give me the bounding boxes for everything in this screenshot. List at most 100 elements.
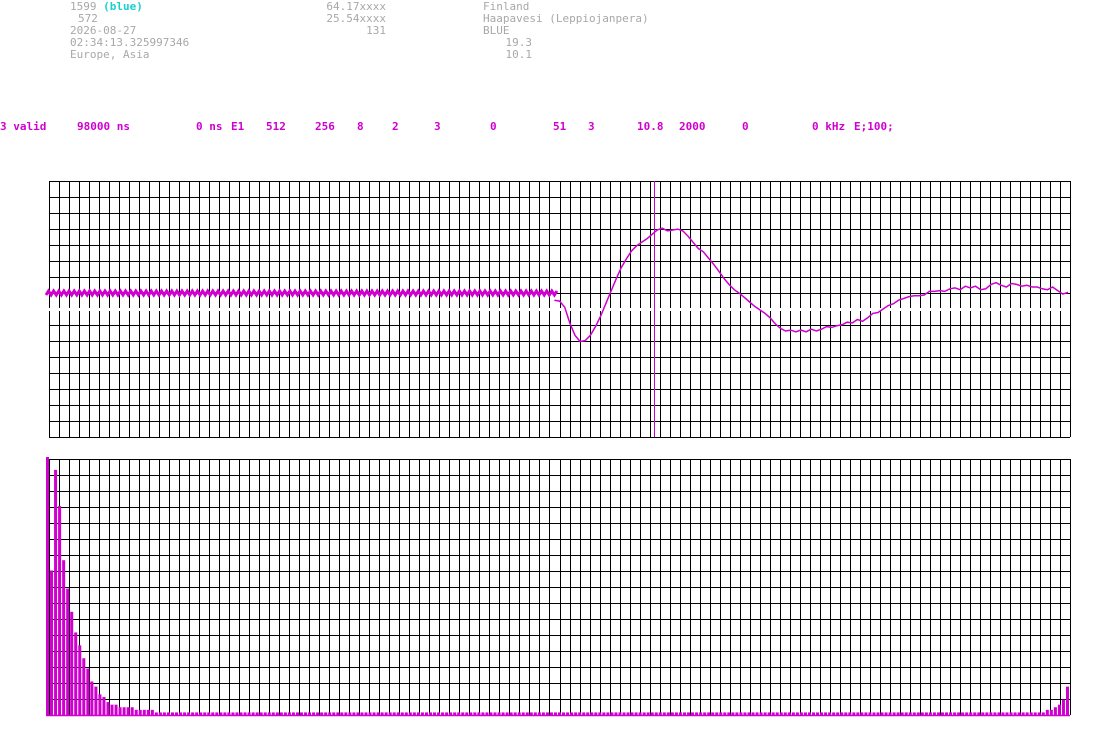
spectrum-bar <box>360 712 364 715</box>
spectrum-bar <box>231 712 235 715</box>
spectrum-bar <box>420 712 424 715</box>
spectrum-bar <box>146 709 150 715</box>
spectrum-bar <box>864 712 868 715</box>
spectrum-bar <box>279 712 283 715</box>
spectrum-bar <box>332 712 336 715</box>
spectrum-bar <box>820 712 824 715</box>
spectrum-bar <box>824 712 828 715</box>
spectrum-bar <box>574 712 578 715</box>
spectrum-bar <box>1029 712 1033 715</box>
spectrum-bar <box>340 712 344 715</box>
spectrum-bar <box>344 712 348 715</box>
spectrum-bar <box>549 712 553 715</box>
spectrum-bar <box>489 712 493 715</box>
spectrum-bar <box>691 712 695 715</box>
spectrum-bar <box>1037 712 1041 715</box>
spectrum-bar <box>287 712 291 715</box>
spectrum-bar <box>324 712 328 715</box>
spectrum-bar <box>114 704 118 715</box>
spectrum-bar <box>779 712 783 715</box>
spectrum-bar <box>771 712 775 715</box>
spectrum-bar <box>267 712 271 715</box>
spectrum-bar <box>1065 686 1069 715</box>
spectrum-bar <box>469 712 473 715</box>
spectrum-bar <box>195 712 199 715</box>
spectrum-bar <box>513 712 517 715</box>
spectrum-bar <box>203 712 207 715</box>
spectrum-bar <box>239 712 243 715</box>
spectrum-bar <box>1045 709 1049 715</box>
spectrum-bar <box>916 712 920 715</box>
spectrum-bar <box>158 712 162 715</box>
spectrum-bar <box>618 712 622 715</box>
spectrum-bar <box>493 712 497 715</box>
spectrum-bar <box>179 712 183 715</box>
spectrum-bar <box>703 712 707 715</box>
spectrum-bar <box>283 712 287 715</box>
spectrum-bar <box>900 712 904 715</box>
spectrum-bar <box>191 712 195 715</box>
spectrum-bar <box>251 712 255 715</box>
spectrum-bar <box>259 712 263 715</box>
spectrum-bar <box>525 712 529 715</box>
spectrum-bar <box>295 712 299 715</box>
spectrum-bar <box>46 457 50 715</box>
spectrum-bar <box>811 712 815 715</box>
spectrum-bar <box>227 712 231 715</box>
spectrum-bar <box>364 712 368 715</box>
spectrum-bar <box>973 712 977 715</box>
spectrum-bar <box>162 712 166 715</box>
spectrum-bar <box>840 712 844 715</box>
spectrum-bar <box>291 712 295 715</box>
spectrum-bar <box>795 712 799 715</box>
spectrum-bar <box>888 712 892 715</box>
spectrum-bar <box>396 712 400 715</box>
spectrum-bar <box>219 712 223 715</box>
spectrum-bar <box>783 712 787 715</box>
spectrum-bar <box>598 712 602 715</box>
spectrum-bar <box>428 712 433 715</box>
spectrum-bar <box>896 712 900 715</box>
spectrum-bar <box>993 712 997 715</box>
spectrum-bar <box>687 712 691 715</box>
spectrum-bar <box>755 712 759 715</box>
spectrum-bar <box>711 712 715 715</box>
spectrum-bar <box>1057 704 1061 715</box>
spectrum-bar <box>433 712 437 715</box>
spectrum-bar <box>376 712 380 715</box>
spectrum-bar <box>320 712 324 715</box>
spectrum-bar <box>1017 712 1021 715</box>
spectrum-bar <box>461 712 465 715</box>
spectrum-bar <box>90 681 94 715</box>
spectrum-bar <box>707 712 711 715</box>
spectrum-bar <box>223 712 227 715</box>
spectrum-bar <box>437 712 441 715</box>
spectrum-bar <box>787 712 791 715</box>
spectrum-bar <box>537 712 541 715</box>
spectrum-bar <box>304 712 308 715</box>
spectrum-bar <box>678 712 682 715</box>
spectrum-bar <box>497 712 501 715</box>
spectrum-bar <box>372 712 376 715</box>
spectrum-bar <box>880 712 884 715</box>
spectrum-bar <box>884 712 888 715</box>
spectrum-bar <box>868 712 872 715</box>
spectrum-bar <box>62 560 66 715</box>
spectrum-bar <box>662 712 666 715</box>
spectrum-bar <box>441 712 445 715</box>
spectrum-bar <box>940 712 945 715</box>
spectrum-bar <box>763 712 767 715</box>
spectrum-bar <box>400 712 404 715</box>
spectrum-bar <box>118 707 122 715</box>
spectrum-bar <box>50 570 54 715</box>
spectrum-bar <box>126 707 130 715</box>
spectrum-bar <box>860 712 864 715</box>
spectrum-bar <box>380 712 384 715</box>
spectrum-bar <box>142 709 146 715</box>
spectrum-bar <box>985 712 989 715</box>
spectrum-bar <box>674 712 678 715</box>
spectrum-bar <box>138 709 142 715</box>
spectrum-bar <box>102 696 106 715</box>
spectrum-bar <box>719 712 723 715</box>
spectrum-bar <box>243 712 247 715</box>
